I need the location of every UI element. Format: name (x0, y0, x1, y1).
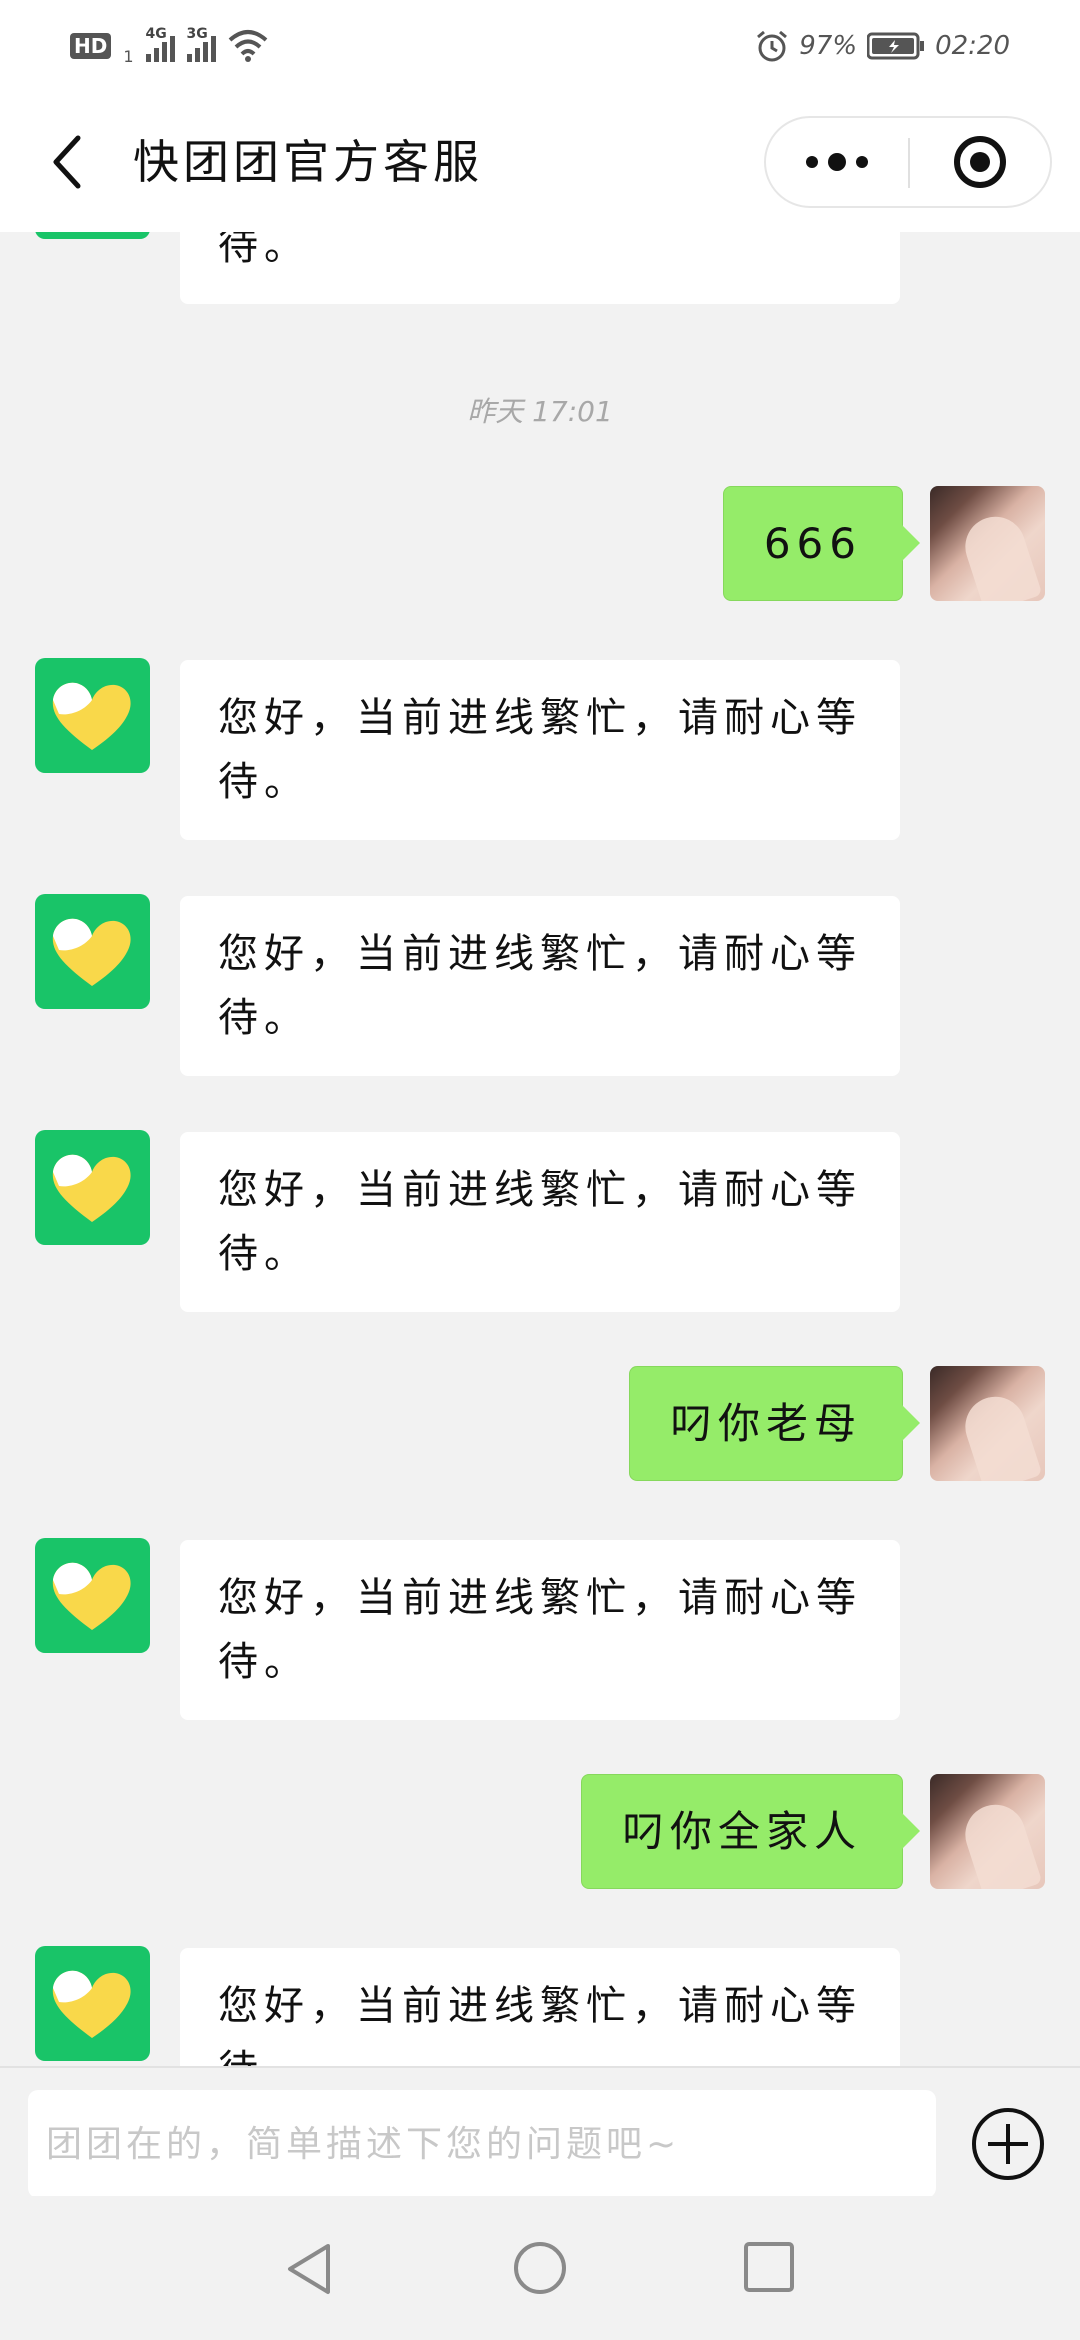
chevron-left-icon (53, 135, 81, 189)
bot-avatar[interactable] (35, 1130, 150, 1245)
bot-message-bubble: 您好，当前进线繁忙，请耐心等待。 (180, 896, 900, 1076)
message-input[interactable] (28, 2090, 936, 2198)
bot-message-bubble: 您好，当前进线繁忙，请耐心等待。 (180, 232, 900, 304)
network-type-2: 3G (186, 26, 208, 42)
recent-square-icon[interactable] (742, 2240, 796, 2294)
heart-logo-icon (52, 682, 131, 750)
chat-area[interactable]: 您好，当前进线繁忙，请耐心等待。 昨天 17:01 666 您好，当前进线繁忙，… (0, 232, 1080, 2066)
signal-icon: 4G (145, 26, 175, 62)
battery-percent: 97% (799, 31, 858, 61)
bot-avatar (35, 232, 150, 239)
bot-avatar[interactable] (35, 658, 150, 773)
time-separator: 昨天 17:01 (467, 395, 613, 428)
back-triangle-icon[interactable] (280, 2240, 338, 2298)
user-message-bubble: 叼你老母 (628, 1366, 921, 1481)
heart-logo-icon (52, 1154, 131, 1222)
miniprogram-capsule (764, 116, 1052, 208)
input-bar (0, 2066, 1080, 2198)
network-type-1: 4G (145, 26, 167, 42)
more-button[interactable] (766, 118, 908, 206)
user-avatar[interactable] (930, 1774, 1045, 1889)
alarm-icon (757, 30, 788, 62)
heart-logo-icon (52, 1970, 131, 2038)
home-circle-icon[interactable] (512, 2240, 568, 2296)
status-left: HD 1 4G 3G (70, 26, 268, 66)
status-bar: HD 1 4G 3G 97% 02:20 (0, 0, 1080, 92)
bot-avatar[interactable] (35, 894, 150, 1009)
sim-index: 1 (123, 47, 134, 66)
heart-logo-icon (52, 1562, 131, 1630)
bot-message-bubble: 您好，当前进线繁忙，请耐心等待。 (180, 660, 900, 840)
status-right: 97% 02:20 (755, 26, 1010, 66)
bot-message-bubble: 您好，当前进线繁忙，请耐心等待。 (180, 1540, 900, 1720)
bot-message-bubble: 您好，当前进线繁忙，请耐心等待。 (180, 1132, 900, 1312)
bot-avatar[interactable] (35, 1946, 150, 2061)
navigation-bar: 快团团官方客服 (0, 92, 1080, 232)
system-navigation-bar (0, 2196, 1080, 2340)
wifi-icon (228, 30, 267, 62)
plus-circle-icon (972, 2108, 1044, 2180)
user-message-bubble: 666 (722, 486, 921, 601)
user-message-bubble: 叼你全家人 (580, 1774, 921, 1889)
hd-badge: HD (70, 33, 112, 59)
user-avatar[interactable] (930, 486, 1045, 601)
heart-logo-icon (52, 918, 131, 986)
status-time: 02:20 (935, 31, 1010, 61)
more-dots-icon (806, 156, 818, 168)
bot-message-bubble: 您好，当前进线繁忙，请耐心等待。 (180, 1948, 900, 2066)
bot-avatar[interactable] (35, 1538, 150, 1653)
page-title: 快团团官方客服 (133, 135, 483, 189)
battery-charging-icon (867, 32, 925, 60)
user-avatar[interactable] (930, 1366, 1045, 1481)
heart-logo-icon (35, 232, 150, 239)
target-close-icon (954, 136, 1006, 188)
close-miniprogram-button[interactable] (910, 118, 1050, 206)
back-button[interactable] (38, 130, 98, 194)
add-attachment-button[interactable] (970, 2106, 1046, 2182)
signal-icon-2: 3G (186, 26, 216, 62)
